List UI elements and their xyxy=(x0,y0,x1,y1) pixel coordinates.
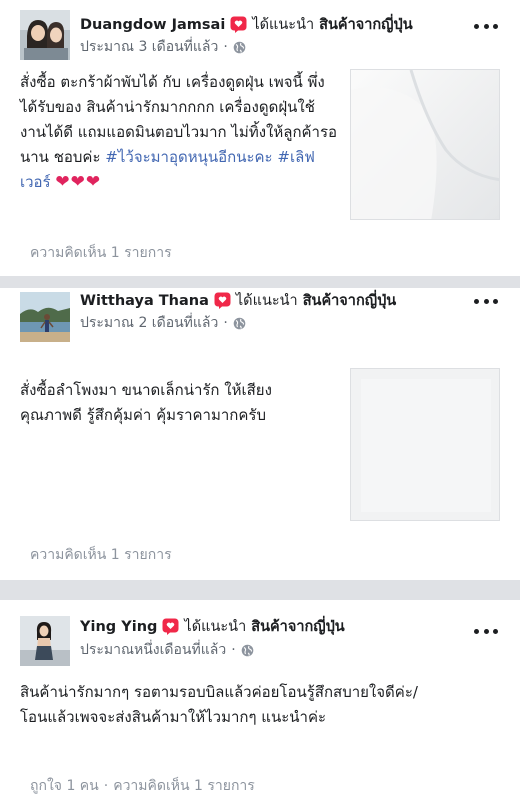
post-text-line: สินค้าน่ารักมากๆ รอตามรอบบิลแล้วค่อยโอนร… xyxy=(20,683,418,701)
avatar[interactable] xyxy=(20,616,70,666)
comment-count[interactable]: ความคิดเห็น 1 รายการ xyxy=(30,544,172,566)
post-text: สั่งซื้อลำโพงมา ขนาดเล็กน่ารัก ให้เสียง … xyxy=(20,378,340,428)
globe-icon xyxy=(241,644,254,657)
recommend-badge-icon xyxy=(230,16,247,33)
post-text: สั่งซื้อ ตะกร้าผ้าพับได้ กับ เครื่องดูดฝ… xyxy=(20,70,340,195)
recommend-badge-icon xyxy=(214,292,231,309)
page-name[interactable]: สินค้าจากญี่ปุ่น xyxy=(319,13,413,36)
author-name[interactable]: Witthaya Thana xyxy=(80,293,209,309)
post-photo[interactable] xyxy=(350,368,500,521)
globe-icon xyxy=(233,41,246,54)
more-options-icon[interactable] xyxy=(474,21,498,31)
post-header: Duangdow Jamsai ได้แนะนำ สินค้าจากญี่ปุ่… xyxy=(80,13,413,36)
post-text-line: คุณภาพดี รู้สึกคุ้มค่า คุ้มราคามากครับ xyxy=(20,406,266,424)
post-divider xyxy=(0,276,520,288)
comment-count[interactable]: ความคิดเห็น 1 รายการ xyxy=(30,242,172,264)
avatar[interactable] xyxy=(20,10,70,60)
post-text: สินค้าน่ารักมากๆ รอตามรอบบิลแล้วค่อยโอนร… xyxy=(20,680,510,730)
post-text-line: สั่งซื้อลำโพงมา ขนาดเล็กน่ารัก ให้เสียง xyxy=(20,381,272,399)
recommend-badge-icon xyxy=(162,618,179,635)
more-options-icon[interactable] xyxy=(474,626,498,636)
globe-icon xyxy=(233,317,246,330)
page-name[interactable]: สินค้าจากญี่ปุ่น xyxy=(303,289,397,312)
post-timestamp[interactable]: ประมาณ 3 เดือนที่แล้ว xyxy=(80,36,218,58)
hashtag-link[interactable]: #ไว้จะมาอุดหนุนอีกนะคะ xyxy=(105,148,272,166)
page-name[interactable]: สินค้าจากญี่ปุ่น xyxy=(251,615,345,638)
comment-count[interactable]: ความคิดเห็น 1 รายการ xyxy=(113,778,255,794)
post-photo[interactable] xyxy=(350,69,500,220)
recommend-label: ได้แนะนำ xyxy=(184,619,247,635)
post-header: Ying Ying ได้แนะนำ สินค้าจากญี่ปุ่น xyxy=(80,615,345,638)
avatar[interactable] xyxy=(20,292,70,342)
review-post-1: Duangdow Jamsai ได้แนะนำ สินค้าจากญี่ปุ่… xyxy=(0,0,520,276)
post-timestamp[interactable]: ประมาณหนึ่งเดือนที่แล้ว xyxy=(80,639,226,661)
meta-separator: · xyxy=(223,39,228,55)
post-meta: ประมาณ 2 เดือนที่แล้ว · xyxy=(80,312,246,334)
footer-separator: · xyxy=(103,778,109,794)
more-options-icon[interactable] xyxy=(474,296,498,306)
meta-separator: · xyxy=(231,642,236,658)
like-count[interactable]: ถูกใจ 1 คน xyxy=(30,778,99,794)
recommend-label: ได้แนะนำ xyxy=(235,293,298,309)
post-meta: ประมาณ 3 เดือนที่แล้ว · xyxy=(80,36,246,58)
post-divider xyxy=(0,580,520,600)
post-text-line: โอนแล้วเพจจะส่งสินค้ามาให้ไวมากๆ แนะนำค่… xyxy=(20,708,327,726)
recommend-label: ได้แนะนำ xyxy=(252,17,315,33)
author-name[interactable]: Ying Ying xyxy=(80,619,157,635)
meta-separator: · xyxy=(223,315,228,331)
review-post-2: Witthaya Thana ได้แนะนำ สินค้าจากญี่ปุ่น… xyxy=(0,288,520,580)
post-footer: ถูกใจ 1 คน · ความคิดเห็น 1 รายการ xyxy=(30,775,255,797)
post-timestamp[interactable]: ประมาณ 2 เดือนที่แล้ว xyxy=(80,312,218,334)
post-meta: ประมาณหนึ่งเดือนที่แล้ว · xyxy=(80,639,254,661)
review-post-3: Ying Ying ได้แนะนำ สินค้าจากญี่ปุ่น ประม… xyxy=(0,600,520,800)
author-name[interactable]: Duangdow Jamsai xyxy=(80,17,225,33)
post-header: Witthaya Thana ได้แนะนำ สินค้าจากญี่ปุ่น xyxy=(80,289,396,312)
heart-emoji: ❤❤❤ xyxy=(55,172,102,192)
